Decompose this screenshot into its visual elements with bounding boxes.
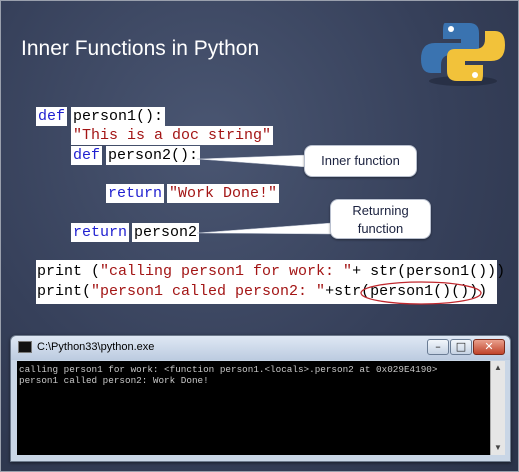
print-line-1: print ("calling person1 for work: "+ str… <box>37 262 505 282</box>
scroll-down-icon[interactable]: ▼ <box>491 441 505 455</box>
slide-title: Inner Functions in Python <box>21 37 260 60</box>
docstring-text: "This is a doc string" <box>73 127 272 144</box>
code-line-return-person2: return <box>71 223 130 242</box>
code-line-person2-name: person2(): <box>106 146 201 165</box>
code-line-def-person2: def <box>71 146 103 165</box>
console-output-line: person1 called person2: Work Done! <box>19 375 209 386</box>
code-return-value: person2 <box>132 223 200 242</box>
print1-string: "calling person1 for work: " <box>100 263 353 280</box>
scroll-up-icon[interactable]: ▲ <box>491 361 505 375</box>
console-output[interactable]: calling person1 for work: <function pers… <box>17 361 490 455</box>
return-value-person2: person2 <box>134 224 198 241</box>
code-line-person1-name: person1(): <box>71 107 166 126</box>
console-title: C:\Python33\python.exe <box>37 341 155 353</box>
console-titlebar[interactable]: C:\Python33\python.exe – □ ✕ <box>11 336 510 360</box>
code-string-workdone: "Work Done!" <box>167 184 280 203</box>
callout-inner-function: Inner function <box>304 145 417 177</box>
maximize-button[interactable]: □ <box>450 339 472 355</box>
print-line-2: print("person1 called person2: "+str(per… <box>37 282 497 302</box>
code-line-return-workdone: return <box>106 184 165 203</box>
string-work-done: "Work Done!" <box>169 185 278 202</box>
print1-call: print ( <box>37 263 101 280</box>
callout-returning-line1: Returning <box>352 203 409 218</box>
function-name-person2: person2(): <box>108 147 199 164</box>
minimize-button[interactable]: – <box>427 339 449 355</box>
print2-string: "person1 called person2: " <box>91 283 326 300</box>
close-button[interactable]: ✕ <box>473 339 505 355</box>
slide: Inner Functions in Python def person1():… <box>0 0 519 472</box>
function-name-person1: person1(): <box>73 108 164 125</box>
console-output-line: calling person1 for work: <function pers… <box>19 364 438 375</box>
keyword-def: def <box>73 147 101 164</box>
print-statements: print ("calling person1 for work: "+ str… <box>36 260 505 304</box>
console-window: C:\Python33\python.exe – □ ✕ calling per… <box>10 335 511 462</box>
print2-call: print( <box>37 283 92 300</box>
code-line-def-person1: def <box>36 107 68 126</box>
callout-returning-function: Returning function <box>330 199 431 239</box>
print1-expr: + str(person1())) <box>352 263 506 280</box>
callout-inner-function-text: Inner function <box>321 153 400 168</box>
callout-returning-line2: function <box>357 221 404 236</box>
keyword-return: return <box>73 224 128 241</box>
python-logo-icon <box>421 23 505 86</box>
keyword-return: return <box>108 185 163 202</box>
keyword-def: def <box>38 108 66 125</box>
console-app-icon <box>18 341 32 353</box>
console-scrollbar[interactable]: ▲ ▼ <box>490 361 505 455</box>
print2-expr: +str(person1()())) <box>325 283 488 300</box>
code-line-docstring: "This is a doc string" <box>71 126 274 145</box>
